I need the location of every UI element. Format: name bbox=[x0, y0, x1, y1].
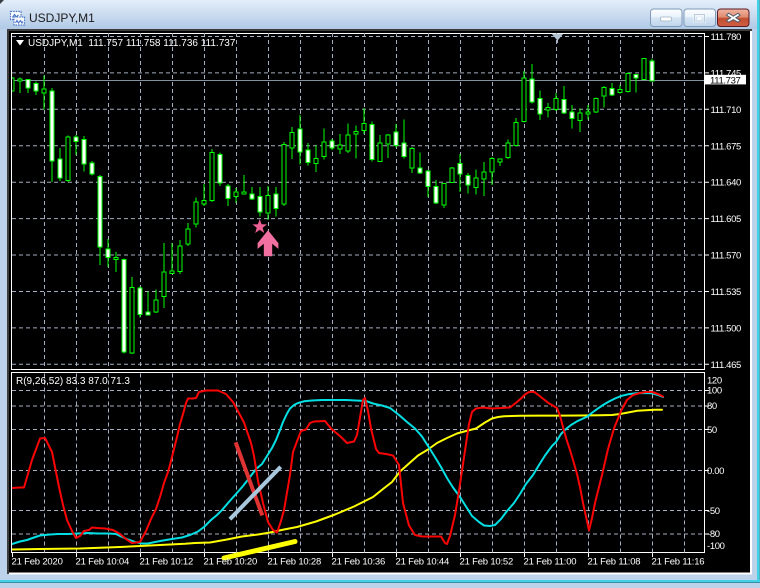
svg-text:21 Feb 2020: 21 Feb 2020 bbox=[12, 557, 63, 568]
svg-text:R(9,26,52) 83.3 87.0 71.3: R(9,26,52) 83.3 87.0 71.3 bbox=[16, 376, 130, 387]
svg-text:21 Feb 10:28: 21 Feb 10:28 bbox=[268, 557, 322, 568]
svg-text:21 Feb 11:08: 21 Feb 11:08 bbox=[588, 557, 641, 568]
svg-text:-50: -50 bbox=[707, 506, 720, 517]
svg-text:21 Feb 10:36: 21 Feb 10:36 bbox=[332, 557, 386, 568]
svg-text:USDJPY,M1 111.757 111.758 111: USDJPY,M1 111.757 111.758 111.736 111.73… bbox=[28, 38, 236, 49]
svg-text:21 Feb 10:44: 21 Feb 10:44 bbox=[396, 557, 450, 568]
svg-text:21 Feb 10:04: 21 Feb 10:04 bbox=[76, 557, 130, 568]
svg-text:111.535: 111.535 bbox=[711, 287, 742, 298]
svg-text:21 Feb 10:20: 21 Feb 10:20 bbox=[204, 557, 258, 568]
svg-text:111.640: 111.640 bbox=[711, 178, 742, 189]
svg-text:USDJPY,M1: USDJPY,M1 bbox=[29, 11, 95, 25]
svg-text:100: 100 bbox=[707, 386, 722, 397]
svg-text:111.675: 111.675 bbox=[711, 141, 742, 152]
svg-text:21 Feb 11:00: 21 Feb 11:00 bbox=[524, 557, 577, 568]
svg-text:111.500: 111.500 bbox=[711, 323, 742, 334]
svg-text:0.00: 0.00 bbox=[707, 466, 724, 477]
svg-text:-80: -80 bbox=[707, 529, 720, 540]
svg-text:-100: -100 bbox=[707, 541, 725, 552]
svg-text:111.605: 111.605 bbox=[711, 214, 742, 225]
svg-text:111.710: 111.710 bbox=[711, 105, 742, 116]
svg-text:111.465: 111.465 bbox=[711, 360, 742, 371]
svg-text:111.737: 111.737 bbox=[710, 75, 741, 86]
svg-text:111.780: 111.780 bbox=[711, 32, 742, 43]
svg-text:80: 80 bbox=[707, 401, 717, 412]
svg-text:21 Feb 11:16: 21 Feb 11:16 bbox=[652, 557, 705, 568]
svg-text:21 Feb 10:52: 21 Feb 10:52 bbox=[460, 557, 514, 568]
svg-text:21 Feb 10:12: 21 Feb 10:12 bbox=[140, 557, 194, 568]
svg-text:50: 50 bbox=[707, 425, 717, 436]
svg-text:111.570: 111.570 bbox=[711, 251, 742, 262]
